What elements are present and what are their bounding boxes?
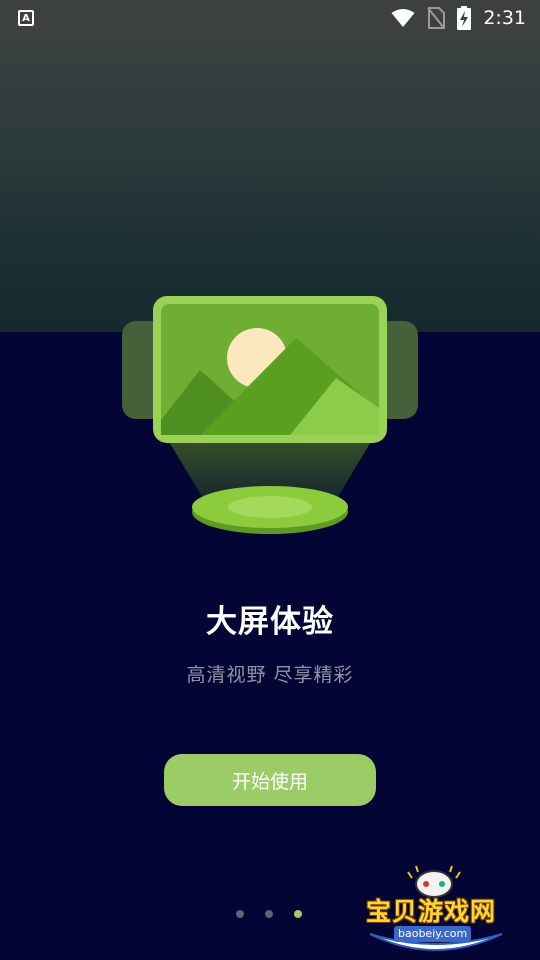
- wifi-icon: [391, 9, 415, 27]
- status-bar: A 2:31: [0, 0, 540, 36]
- watermark-text: 宝贝游戏网: [366, 897, 497, 926]
- status-left: A: [18, 10, 34, 26]
- battery-charging-icon: [457, 6, 472, 30]
- font-a-icon: A: [18, 10, 34, 26]
- page-title: 大屏体验: [206, 604, 334, 640]
- page-dot-1[interactable]: [236, 910, 244, 918]
- status-time: 2:31: [483, 7, 526, 29]
- watermark: 宝贝游戏网 baobeiy.com: [360, 862, 510, 960]
- big-screen-landscape-icon: [122, 296, 418, 534]
- onboarding-screen: A 2:31 大屏体验 高清视野 尽享精彩 开始使用 宝贝游戏网 baobeiy…: [0, 0, 540, 960]
- no-sim-icon: [427, 7, 446, 29]
- page-dot-2[interactable]: [265, 910, 273, 918]
- status-right: 2:31: [391, 6, 526, 30]
- start-button[interactable]: 开始使用: [164, 754, 376, 806]
- page-indicator: [236, 910, 302, 918]
- watermark-url: baobeiy.com: [394, 926, 472, 942]
- page-dot-3-active[interactable]: [294, 910, 302, 918]
- page-subtitle: 高清视野 尽享精彩: [186, 664, 354, 686]
